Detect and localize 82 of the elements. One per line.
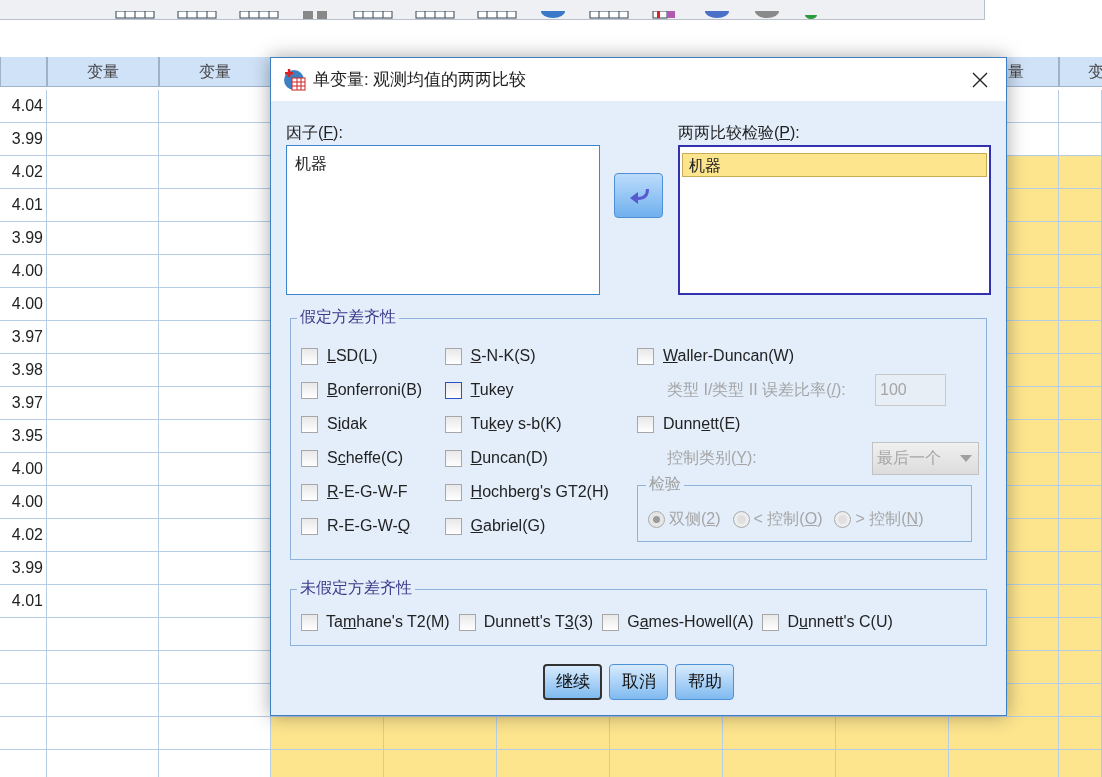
checkbox-label[interactable]: LSD(L) [327,344,378,368]
globe-icon[interactable] [539,11,567,19]
checkbox[interactable] [301,483,318,501]
table-cell: 4.00 [0,255,47,288]
checkbox[interactable] [444,415,462,433]
table-icon[interactable] [239,11,279,19]
checkbox-label[interactable]: S-N-K(S) [470,344,536,368]
table-icon[interactable] [115,11,155,19]
checkbox[interactable] [301,517,318,535]
table-cell: 3.97 [0,387,47,420]
table-cell: 3.99 [0,552,47,585]
checkbox[interactable] [444,381,462,399]
checkbox-label[interactable]: Dunnett's T3(3) [483,610,594,634]
checkbox-label[interactable]: Dunnett(E) [663,412,741,436]
checkbox[interactable] [602,613,620,631]
checkbox-label[interactable]: Bonferroni(B) [327,378,423,402]
variable-list[interactable]: 机器 [286,145,600,295]
checkbox[interactable] [762,613,780,631]
checkbox[interactable] [444,449,462,467]
group-title: 检验 [646,474,684,494]
checkbox-label[interactable]: Tukey s-b(K) [470,412,562,436]
field-label: 控制类别(Y): [667,448,757,468]
dialog-button[interactable]: 取消 [609,664,668,700]
checkbox[interactable] [301,613,318,631]
move-button[interactable] [614,173,663,218]
group-title: 未假定方差齐性 [297,578,415,598]
table-cell: 4.00 [0,453,47,486]
checkbox[interactable] [444,347,462,365]
table-cell: 4.00 [0,288,47,321]
column-header[interactable]: 量 [1008,59,1024,84]
checkbox-label[interactable]: Gabriel(G) [470,514,546,538]
table-cell: 4.01 [0,189,47,222]
checkbox-label[interactable]: Tukey [470,378,514,402]
app-icon [283,67,307,92]
checkbox[interactable] [444,483,462,501]
checkbox[interactable] [637,347,654,365]
checkbox-label[interactable]: Hochberg's GT2(H) [470,480,609,504]
checkbox[interactable] [301,381,318,399]
checkbox[interactable] [301,347,318,365]
list-item[interactable]: 机器 [289,152,597,176]
checkbox[interactable] [637,415,654,433]
checkbox-label[interactable]: Games-Howell(A) [627,610,754,634]
checkbox-label[interactable]: Sidak [327,412,368,436]
checkbox-label[interactable]: Duncan(D) [470,446,548,470]
table-icon[interactable] [353,11,393,19]
table-icon[interactable] [415,11,455,19]
table-cell: 3.99 [0,222,47,255]
dialog-title: 单变量: 观测均值的两两比较 [313,68,528,91]
table-cell: 4.01 [0,585,47,618]
column-header[interactable] [0,57,47,87]
variable-list[interactable]: 机器 [678,145,991,295]
dialog-button[interactable]: 继续 [543,664,602,700]
list-label: 两两比较检验(P): [678,123,801,143]
checkbox-label[interactable]: Dunnett's C(U) [787,610,893,634]
table-cell: 3.98 [0,354,47,387]
dialog-button[interactable]: 帮助 [675,664,734,700]
checkbox-label[interactable]: Tamhane's T2(M) [326,610,450,634]
checkbox[interactable] [301,415,318,433]
list-item[interactable]: 机器 [682,153,987,177]
checkbox-label[interactable]: R-E-G-W-F [327,480,408,504]
list-label: 因子(F): [286,123,344,143]
field-label: 类型 I/类型 II 误差比率(/): [667,380,846,400]
table-cell: 4.00 [0,486,47,519]
group-title: 假定方差齐性 [297,307,399,327]
checkbox[interactable] [301,449,318,467]
checkbox[interactable] [444,517,462,535]
column-header[interactable]: 变量 [159,57,271,87]
table-cell: 3.97 [0,321,47,354]
table-cell: 4.02 [0,519,47,552]
table-icon[interactable] [477,11,517,19]
table-cell: 4.04 [0,90,47,123]
close-icon[interactable] [972,71,988,88]
checkbox-label[interactable]: R-E-G-W-Q [327,514,411,538]
checkbox[interactable] [458,613,476,631]
checkbox-label[interactable]: Scheffe(C) [327,446,404,470]
table-cell: 3.95 [0,420,47,453]
column-header[interactable]: 变量 [47,57,159,87]
table-icon[interactable] [589,11,629,19]
table-cell: 3.99 [0,123,47,156]
table-cell: 4.02 [0,156,47,189]
checkbox-label[interactable]: Waller-Duncan(W) [663,344,794,368]
table-icon[interactable] [177,11,217,19]
